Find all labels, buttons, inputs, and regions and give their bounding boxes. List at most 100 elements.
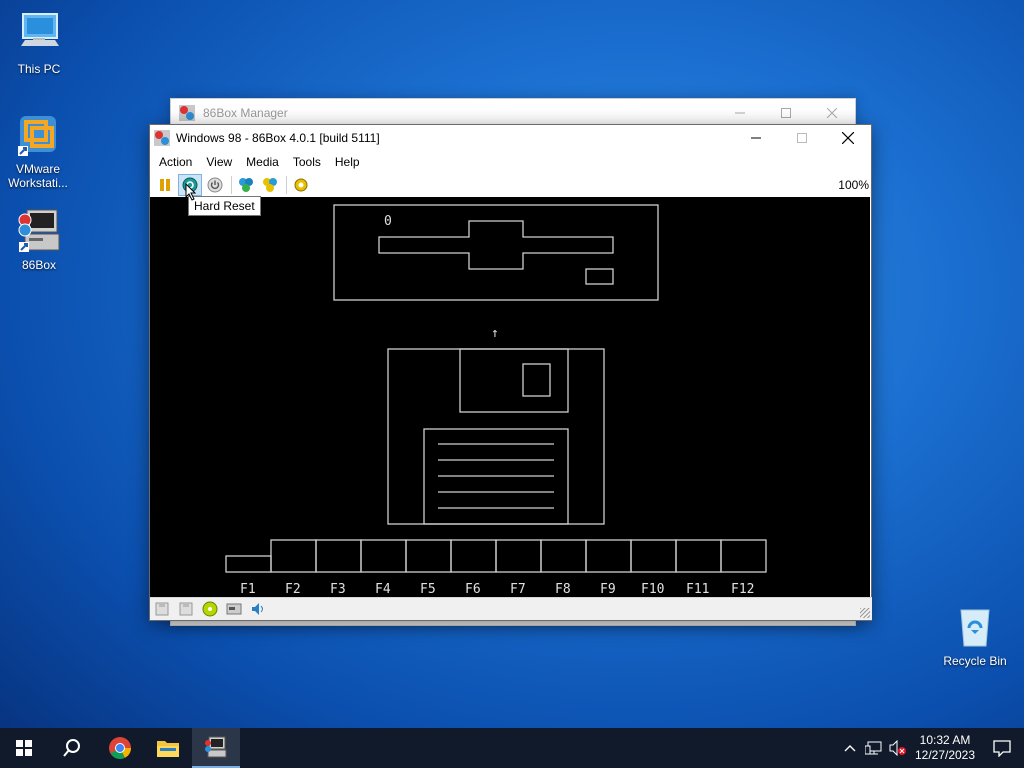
fkey-label: F9	[600, 582, 616, 597]
fkey-box	[585, 539, 632, 573]
fkey-box	[675, 539, 722, 573]
drive-digit: 0	[384, 214, 392, 229]
fkey-label: F12	[731, 582, 754, 597]
emulator-screen[interactable]: 0 ↑ F1 F2 F3 F4 F5 F6 F7 F8 F9 F10 F11 F…	[150, 197, 870, 597]
shutter-window	[522, 363, 551, 397]
floppy-icon[interactable]	[152, 601, 172, 617]
start-button[interactable]	[0, 728, 48, 768]
desktop-icon-recycle-bin[interactable]: Recycle Bin	[935, 602, 1015, 668]
fkey-label: F11	[686, 582, 709, 597]
cdrom-icon[interactable]	[200, 601, 220, 617]
desktop-icon-this-pc[interactable]: This PC	[0, 10, 79, 76]
toolbar: 100%	[150, 173, 871, 197]
pause-icon	[160, 179, 170, 191]
clock-date: 12/27/2023	[914, 748, 976, 762]
recycle-bin-icon	[951, 602, 999, 650]
tooltip-hard-reset: Hard Reset	[188, 196, 261, 216]
fkey-box	[315, 539, 362, 573]
power-button[interactable]	[204, 175, 226, 195]
sound-icon[interactable]	[248, 601, 268, 617]
windows-start-icon	[16, 740, 32, 756]
fkey-label: F7	[510, 582, 526, 597]
manager-title: 86Box Manager	[203, 106, 288, 120]
settings-icon	[294, 178, 308, 192]
fkey-label: F6	[465, 582, 481, 597]
file-explorer-icon	[157, 741, 179, 757]
taskbar-file-explorer[interactable]	[144, 728, 192, 768]
fkey-box	[630, 539, 677, 573]
maximize-button[interactable]	[779, 124, 825, 152]
desktop-icon-label: VMware Workstati...	[8, 162, 68, 190]
fkey-box	[540, 539, 587, 573]
menu-media[interactable]: Media	[239, 155, 286, 169]
ctrl-alt-esc-button[interactable]	[259, 175, 281, 195]
fkey-label: F8	[555, 582, 571, 597]
taskbar-clock[interactable]: 10:32 AM 12/27/2023	[910, 733, 980, 763]
fkey-label: F4	[375, 582, 391, 597]
tray-network[interactable]	[862, 728, 886, 768]
chrome-icon	[109, 737, 131, 759]
floppy-icon[interactable]	[176, 601, 196, 617]
window-titlebar[interactable]: Windows 98 - 86Box 4.0.1 [build 5111]	[150, 125, 871, 151]
tray-chevron[interactable]	[838, 728, 862, 768]
toolbar-separator	[231, 176, 232, 194]
menu-tools[interactable]: Tools	[286, 155, 328, 169]
toolbar-separator	[286, 176, 287, 194]
86box-icon	[205, 736, 227, 758]
fkey-label: F2	[285, 582, 301, 597]
computer-icon	[15, 10, 63, 58]
action-center-button[interactable]	[980, 728, 1024, 768]
fkey-label: F1	[240, 582, 256, 597]
86box-icon	[154, 130, 170, 146]
pause-button[interactable]	[154, 175, 176, 195]
fkey-label: F10	[641, 582, 664, 597]
drive-led	[585, 268, 614, 285]
desktop-icon-86box[interactable]: 86Box	[0, 206, 79, 272]
desktop-icon-label: Recycle Bin	[943, 654, 1007, 668]
floppy-insert-screen: 0 ↑ F1 F2 F3 F4 F5 F6 F7 F8 F9 F10 F11 F…	[225, 204, 767, 597]
close-button[interactable]	[809, 99, 855, 127]
ctrl-alt-del-button[interactable]	[235, 175, 257, 195]
desktop-icon-label: 86Box	[21, 258, 57, 272]
fkey-box	[405, 539, 452, 573]
fkey-box	[270, 539, 317, 573]
volume-muted-icon	[889, 740, 906, 756]
maximize-button[interactable]	[763, 99, 809, 127]
chevron-up-icon	[844, 745, 856, 752]
tray-volume[interactable]	[886, 728, 910, 768]
close-button[interactable]	[825, 124, 871, 152]
vmware-icon	[14, 110, 62, 158]
minimize-button[interactable]	[733, 124, 779, 152]
menu-help[interactable]: Help	[328, 155, 367, 169]
menu-bar: Action View Media Tools Help	[150, 151, 871, 173]
window-title: Windows 98 - 86Box 4.0.1 [build 5111]	[176, 131, 380, 145]
86box-icon	[15, 206, 63, 254]
ctrl-alt-esc-icon	[263, 178, 277, 192]
resize-grip[interactable]	[860, 608, 870, 618]
fkey-box	[720, 539, 767, 573]
ctrl-alt-del-icon	[239, 178, 253, 192]
clock-time: 10:32 AM	[919, 733, 971, 747]
settings-button[interactable]	[290, 175, 312, 195]
fkey-box	[450, 539, 497, 573]
status-bar	[150, 597, 872, 620]
network-icon	[865, 741, 882, 755]
minimize-button[interactable]	[717, 99, 763, 127]
manager-titlebar[interactable]: 86Box Manager	[171, 99, 855, 127]
desktop-icon-vmware[interactable]: VMware Workstati...	[0, 110, 78, 190]
taskbar-86box[interactable]	[192, 728, 240, 768]
hdd-icon[interactable]	[224, 601, 244, 617]
disk-shutter	[459, 348, 569, 413]
86box-icon	[179, 105, 195, 121]
taskbar-chrome[interactable]	[96, 728, 144, 768]
search-button[interactable]	[48, 728, 96, 768]
fkey-label: F3	[330, 582, 346, 597]
taskbar: 10:32 AM 12/27/2023	[0, 728, 1024, 768]
floppy-disk-outline	[387, 348, 605, 525]
power-icon	[207, 177, 223, 193]
menu-view[interactable]: View	[199, 155, 239, 169]
menu-action[interactable]: Action	[152, 155, 199, 169]
fkey-box	[360, 539, 407, 573]
drive-slot	[378, 220, 614, 270]
notification-icon	[993, 740, 1011, 757]
